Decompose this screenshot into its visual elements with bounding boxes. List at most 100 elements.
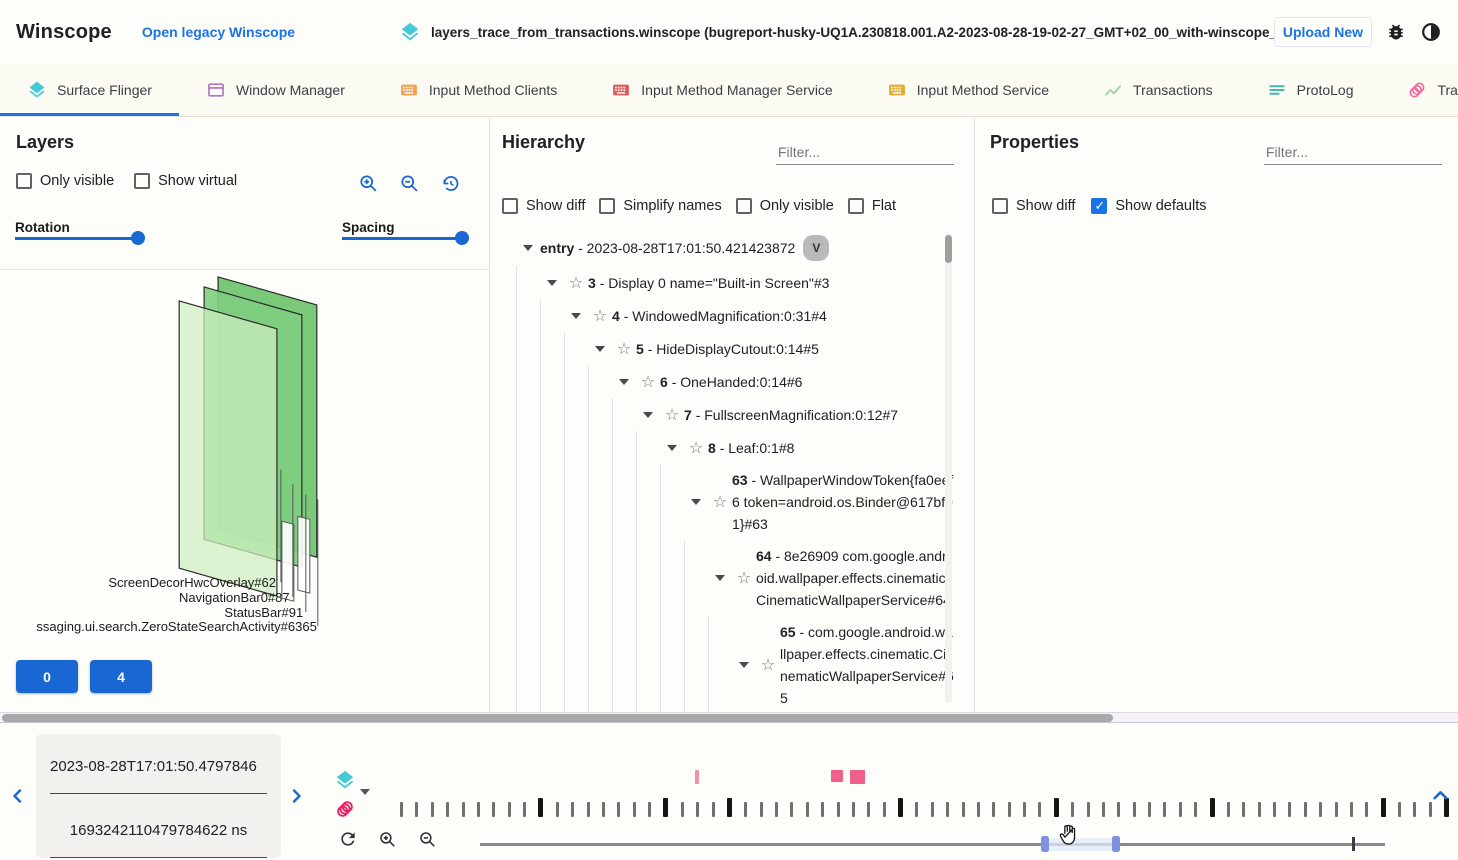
- frame-tick[interactable]: [790, 802, 793, 817]
- frame-tick[interactable]: [1227, 802, 1230, 817]
- collapse-caret-icon[interactable]: [516, 245, 540, 251]
- frame-tick[interactable]: [867, 802, 870, 817]
- frame-tick[interactable]: [1102, 802, 1105, 817]
- frame-tick[interactable]: [898, 798, 903, 817]
- frame-tick[interactable]: [1023, 802, 1026, 817]
- rect-id-button[interactable]: 4: [90, 660, 152, 693]
- range-handle-right[interactable]: [1112, 836, 1120, 852]
- frame-tick[interactable]: [446, 802, 449, 817]
- checkbox-box[interactable]: [599, 198, 615, 214]
- frame-tick[interactable]: [744, 802, 747, 817]
- tab-surface-flinger[interactable]: Surface Flinger: [0, 64, 179, 116]
- frame-tick[interactable]: [1194, 802, 1197, 817]
- frame-tick[interactable]: [1148, 802, 1151, 817]
- frame-tick[interactable]: [1319, 802, 1322, 817]
- scrollbar-thumb[interactable]: [945, 235, 952, 263]
- frame-tick[interactable]: [492, 802, 495, 817]
- collapse-caret-icon[interactable]: [588, 346, 612, 352]
- slider-selected-range[interactable]: [1049, 838, 1112, 851]
- frame-tick[interactable]: [915, 802, 918, 817]
- frame-tick[interactable]: [1087, 802, 1090, 817]
- tab-input-method-clients[interactable]: Input Method Clients: [372, 64, 584, 116]
- collapse-timeline-button[interactable]: [1428, 783, 1452, 807]
- frame-tick[interactable]: [1179, 802, 1182, 817]
- frame-tick[interactable]: [538, 798, 543, 817]
- collapse-caret-icon[interactable]: [732, 662, 756, 668]
- frame-tick[interactable]: [1413, 802, 1416, 817]
- tab-protolog[interactable]: ProtoLog: [1240, 64, 1381, 116]
- checkbox-box[interactable]: [16, 173, 32, 189]
- frame-tick[interactable]: [663, 798, 668, 817]
- hierarchy-node[interactable]: ☆ 7 - FullscreenMagnification:0:12#7: [516, 398, 960, 431]
- frame-tick[interactable]: [1242, 802, 1245, 817]
- frame-tick[interactable]: [696, 802, 699, 817]
- slider-track[interactable]: [480, 843, 1385, 846]
- hierarchy-node[interactable]: ☆ 63 - WallpaperWindowToken{fa0eef6 toke…: [516, 464, 960, 540]
- frame-tick[interactable]: [992, 802, 995, 817]
- frame-tick[interactable]: [1288, 802, 1291, 817]
- zoom-in-icon[interactable]: [358, 173, 379, 194]
- frame-tick[interactable]: [1163, 802, 1166, 817]
- frame-tick[interactable]: [1054, 798, 1059, 817]
- rect-id-button[interactable]: 0: [16, 660, 78, 693]
- tab-input-method-service[interactable]: Input Method Service: [860, 64, 1076, 116]
- pin-star-icon[interactable]: ☆: [684, 438, 708, 458]
- checkbox-box[interactable]: [992, 198, 1008, 214]
- frame-tick[interactable]: [1008, 802, 1011, 817]
- slider-thumb[interactable]: [131, 231, 145, 245]
- horizontal-scrollbar[interactable]: [0, 712, 1458, 723]
- checkbox-box[interactable]: [848, 198, 864, 214]
- hierarchy-checkbox[interactable]: Simplify names: [599, 198, 721, 214]
- pin-star-icon[interactable]: ☆: [756, 655, 780, 675]
- scrollbar-thumb[interactable]: [2, 714, 1113, 722]
- frame-tick[interactable]: [1381, 798, 1386, 817]
- checkbox-box[interactable]: [1091, 198, 1107, 214]
- timeline-ticks[interactable]: [400, 797, 1450, 817]
- next-entry-button[interactable]: [284, 784, 308, 808]
- hierarchy-node[interactable]: ☆ 6 - OneHanded:0:14#6: [516, 365, 960, 398]
- hierarchy-node[interactable]: ☆ 65 - com.google.android.wallpaper.effe…: [516, 616, 960, 712]
- tab-window-manager[interactable]: Window Manager: [179, 64, 372, 116]
- pin-star-icon[interactable]: ☆: [732, 568, 756, 588]
- frame-tick[interactable]: [775, 802, 778, 817]
- frame-tick[interactable]: [806, 802, 809, 817]
- frame-tick[interactable]: [648, 802, 651, 817]
- pin-star-icon[interactable]: ☆: [612, 339, 636, 359]
- collapse-caret-icon[interactable]: [540, 280, 564, 286]
- pin-star-icon[interactable]: ☆: [588, 306, 612, 326]
- dark-mode-icon[interactable]: [1420, 21, 1442, 43]
- frame-tick[interactable]: [1398, 802, 1401, 817]
- frame-tick[interactable]: [523, 802, 526, 817]
- tab-input-method-manager-service[interactable]: Input Method Manager Service: [584, 64, 859, 116]
- transition-event-marker[interactable]: [831, 770, 843, 782]
- frame-tick[interactable]: [1335, 802, 1338, 817]
- collapse-caret-icon[interactable]: [684, 499, 708, 505]
- tab-transactions[interactable]: Transactions: [1076, 64, 1240, 116]
- pin-star-icon[interactable]: ☆: [708, 492, 732, 512]
- checkbox-box[interactable]: [134, 173, 150, 189]
- frame-tick[interactable]: [556, 802, 559, 817]
- hierarchy-node[interactable]: ☆ 64 - 8e26909 com.google.android.wallpa…: [516, 540, 960, 616]
- frame-tick[interactable]: [477, 802, 480, 817]
- collapse-caret-icon[interactable]: [636, 412, 660, 418]
- hierarchy-scrollbar[interactable]: [945, 233, 952, 703]
- range-handle-left[interactable]: [1041, 836, 1049, 852]
- properties-filter-input[interactable]: [1264, 140, 1442, 165]
- rotation-slider[interactable]: [15, 230, 158, 246]
- frame-tick[interactable]: [1304, 802, 1307, 817]
- zoom-out-icon[interactable]: [399, 173, 420, 194]
- hierarchy-checkbox[interactable]: Show diff: [502, 198, 585, 214]
- frame-tick[interactable]: [1258, 802, 1261, 817]
- frame-tick[interactable]: [931, 802, 934, 817]
- hierarchy-checkbox[interactable]: Only visible: [736, 198, 834, 214]
- frame-tick[interactable]: [1038, 802, 1041, 817]
- properties-checkbox[interactable]: Show defaults: [1091, 198, 1206, 214]
- collapse-caret-icon[interactable]: [564, 313, 588, 319]
- chevron-down-icon[interactable]: [360, 789, 370, 795]
- frame-tick[interactable]: [1273, 802, 1276, 817]
- pin-star-icon[interactable]: ☆: [660, 405, 684, 425]
- checkbox-box[interactable]: [736, 198, 752, 214]
- properties-checkbox[interactable]: Show diff: [992, 198, 1075, 214]
- frame-tick[interactable]: [587, 802, 590, 817]
- hierarchy-node[interactable]: ☆ 3 - Display 0 name="Built-in Screen"#3: [516, 266, 960, 299]
